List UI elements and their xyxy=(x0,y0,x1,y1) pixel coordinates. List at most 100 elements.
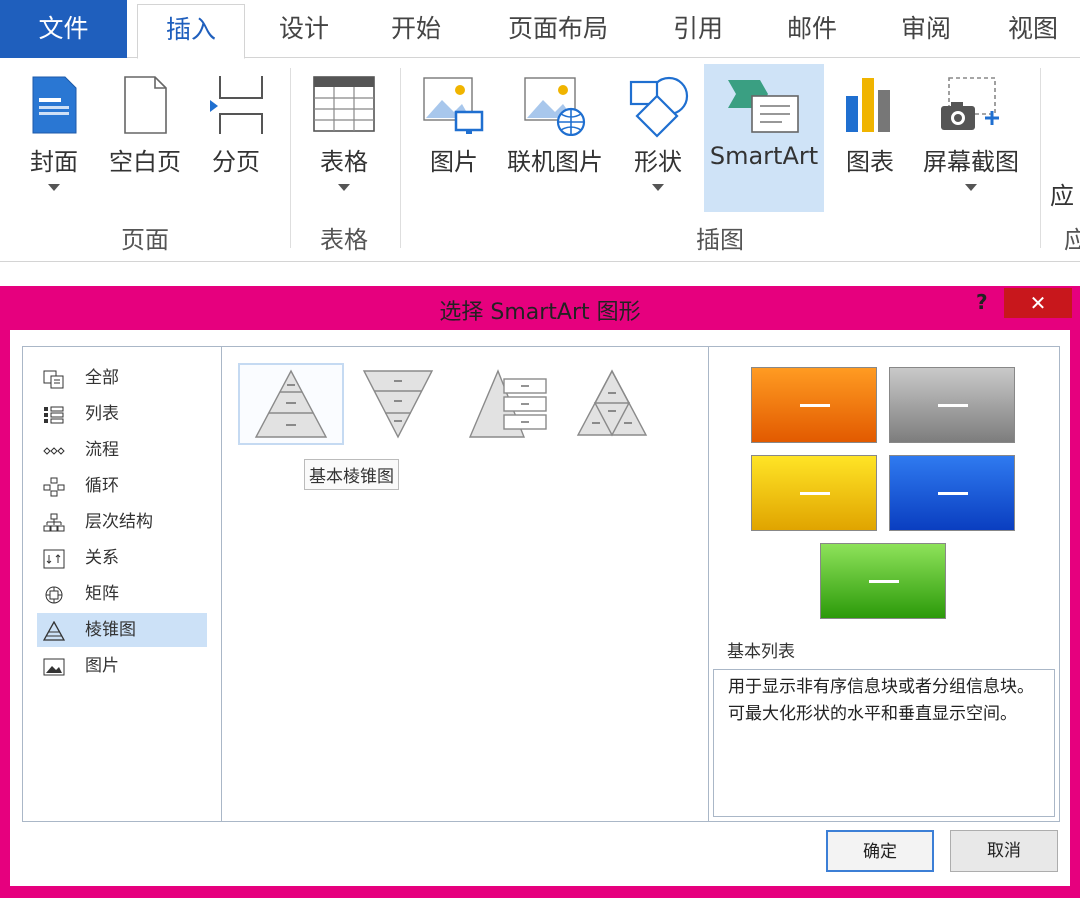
picture-category-icon xyxy=(43,658,65,676)
smartart-dialog: 选择 SmartArt 图形 ? ✕ 全部 列表 流程 循环 层次结构 关系 矩… xyxy=(0,286,1080,898)
chart-label: 图表 xyxy=(846,148,894,176)
preview-box-yellow xyxy=(751,455,877,531)
online-pictures-label: 联机图片 xyxy=(507,148,603,176)
layout-pyramid-list[interactable] xyxy=(468,367,550,439)
segmented-pyramid-thumbnail xyxy=(576,369,648,437)
page-break-icon xyxy=(210,76,263,134)
chart-button[interactable]: 图表 xyxy=(830,64,910,214)
shapes-button[interactable]: 形状 xyxy=(616,64,700,214)
smartart-button[interactable]: SmartArt xyxy=(704,64,824,212)
dialog-title: 选择 SmartArt 图形 xyxy=(439,300,641,325)
layout-tooltip: 基本棱锥图 xyxy=(304,459,399,490)
layout-basic-pyramid[interactable] xyxy=(238,363,344,445)
category-relationship-label: 关系 xyxy=(85,548,119,568)
preview-box-green xyxy=(820,543,946,619)
preview-box-gray xyxy=(889,367,1015,443)
shapes-icon xyxy=(629,76,689,138)
dialog-body: 全部 列表 流程 循环 层次结构 关系 矩阵 棱锥图 图片 基本棱锥图 基本列表… xyxy=(10,330,1070,886)
screenshot-button[interactable]: 屏幕截图 xyxy=(912,64,1030,214)
category-list-type[interactable]: 列表 xyxy=(37,397,205,431)
category-process[interactable]: 流程 xyxy=(37,433,205,467)
preview-dash xyxy=(800,404,830,407)
ribbon: 文件 插入 设计 开始 页面布局 引用 邮件 审阅 视图 封面 空白页 分页 页… xyxy=(0,0,1080,262)
group-separator xyxy=(1040,68,1041,248)
category-pyramid[interactable]: 棱锥图 xyxy=(37,613,207,647)
pyramid-list-thumbnail xyxy=(468,369,547,438)
ok-button[interactable]: 确定 xyxy=(826,830,934,872)
tab-insert[interactable]: 插入 xyxy=(137,4,245,59)
preview-box-orange xyxy=(751,367,877,443)
table-dropdown-icon xyxy=(338,184,350,191)
blank-page-icon xyxy=(124,76,167,134)
apps-button[interactable]: 应 xyxy=(1046,64,1080,214)
preview-box-blue xyxy=(889,455,1015,531)
cover-page-icon xyxy=(32,76,77,134)
preview-dash xyxy=(800,492,830,495)
online-pictures-icon xyxy=(524,77,586,136)
table-icon xyxy=(313,76,375,132)
category-list: 全部 列表 流程 循环 层次结构 关系 矩阵 棱锥图 图片 xyxy=(22,346,222,822)
category-process-label: 流程 xyxy=(85,440,119,460)
smartart-icon xyxy=(728,80,799,133)
tab-view[interactable]: 视图 xyxy=(986,0,1080,58)
tab-review[interactable]: 审阅 xyxy=(874,0,978,58)
tab-home[interactable]: 开始 xyxy=(362,0,470,58)
tab-references[interactable]: 引用 xyxy=(646,0,750,58)
category-list-label: 列表 xyxy=(85,404,119,424)
category-matrix-label: 矩阵 xyxy=(85,584,119,604)
all-icon xyxy=(43,370,64,389)
category-hierarchy-label: 层次结构 xyxy=(85,512,153,532)
group-apps-label: 应 xyxy=(1064,226,1080,254)
chart-icon xyxy=(846,78,890,132)
ribbon-tab-bar: 文件 插入 设计 开始 页面布局 引用 邮件 审阅 视图 xyxy=(0,0,1080,59)
picture-icon xyxy=(423,77,484,134)
layout-segmented-pyramid[interactable] xyxy=(574,367,650,439)
close-button[interactable]: ✕ xyxy=(1004,288,1072,318)
layout-gallery: 基本棱锥图 xyxy=(221,346,709,822)
screenshot-label: 屏幕截图 xyxy=(923,148,1019,176)
blank-page-label: 空白页 xyxy=(109,148,181,176)
apps-label: 应 xyxy=(1050,182,1074,210)
preview-description: 用于显示非有序信息块或者分组信息块。可最大化形状的水平和垂直显示空间。 xyxy=(713,669,1055,817)
blank-page-button[interactable]: 空白页 xyxy=(100,64,190,214)
category-hierarchy[interactable]: 层次结构 xyxy=(37,505,205,539)
category-cycle-label: 循环 xyxy=(85,476,119,496)
inverted-pyramid-thumbnail xyxy=(362,370,434,439)
help-button[interactable]: ? xyxy=(976,290,988,314)
category-all-label: 全部 xyxy=(85,368,119,388)
cancel-button[interactable]: 取消 xyxy=(950,830,1058,872)
relationship-icon xyxy=(43,549,65,569)
picture-button[interactable]: 图片 xyxy=(412,64,496,214)
category-picture[interactable]: 图片 xyxy=(37,649,205,683)
layout-inverted-pyramid[interactable] xyxy=(360,367,436,439)
tab-file[interactable]: 文件 xyxy=(0,0,127,58)
category-all[interactable]: 全部 xyxy=(37,361,205,395)
screenshot-icon xyxy=(941,77,999,130)
tab-page-layout[interactable]: 页面布局 xyxy=(488,0,628,58)
category-matrix[interactable]: 矩阵 xyxy=(37,577,205,611)
group-pages-label: 页面 xyxy=(121,226,169,254)
preview-dash xyxy=(938,404,968,407)
category-pyramid-label: 棱锥图 xyxy=(85,620,136,640)
cover-page-label: 封面 xyxy=(30,148,78,176)
tab-design[interactable]: 设计 xyxy=(250,0,358,58)
category-relationship[interactable]: 关系 xyxy=(37,541,205,575)
page-break-button[interactable]: 分页 xyxy=(196,64,276,214)
list-icon xyxy=(44,406,64,424)
tab-mailings[interactable]: 邮件 xyxy=(760,0,864,58)
cover-page-button[interactable]: 封面 xyxy=(12,64,96,214)
table-button[interactable]: 表格 xyxy=(300,64,388,214)
hierarchy-icon xyxy=(43,513,65,532)
smartart-label: SmartArt xyxy=(709,142,819,170)
group-separator xyxy=(400,68,401,248)
matrix-icon xyxy=(45,586,63,604)
online-pictures-button[interactable]: 联机图片 xyxy=(500,64,610,214)
preview-dash xyxy=(938,492,968,495)
preview-dash xyxy=(869,580,899,583)
table-label: 表格 xyxy=(320,148,368,176)
category-picture-label: 图片 xyxy=(85,656,119,676)
picture-label: 图片 xyxy=(430,148,478,176)
pyramid-icon xyxy=(43,621,65,641)
category-cycle[interactable]: 循环 xyxy=(37,469,205,503)
screenshot-dropdown-icon xyxy=(965,184,977,191)
